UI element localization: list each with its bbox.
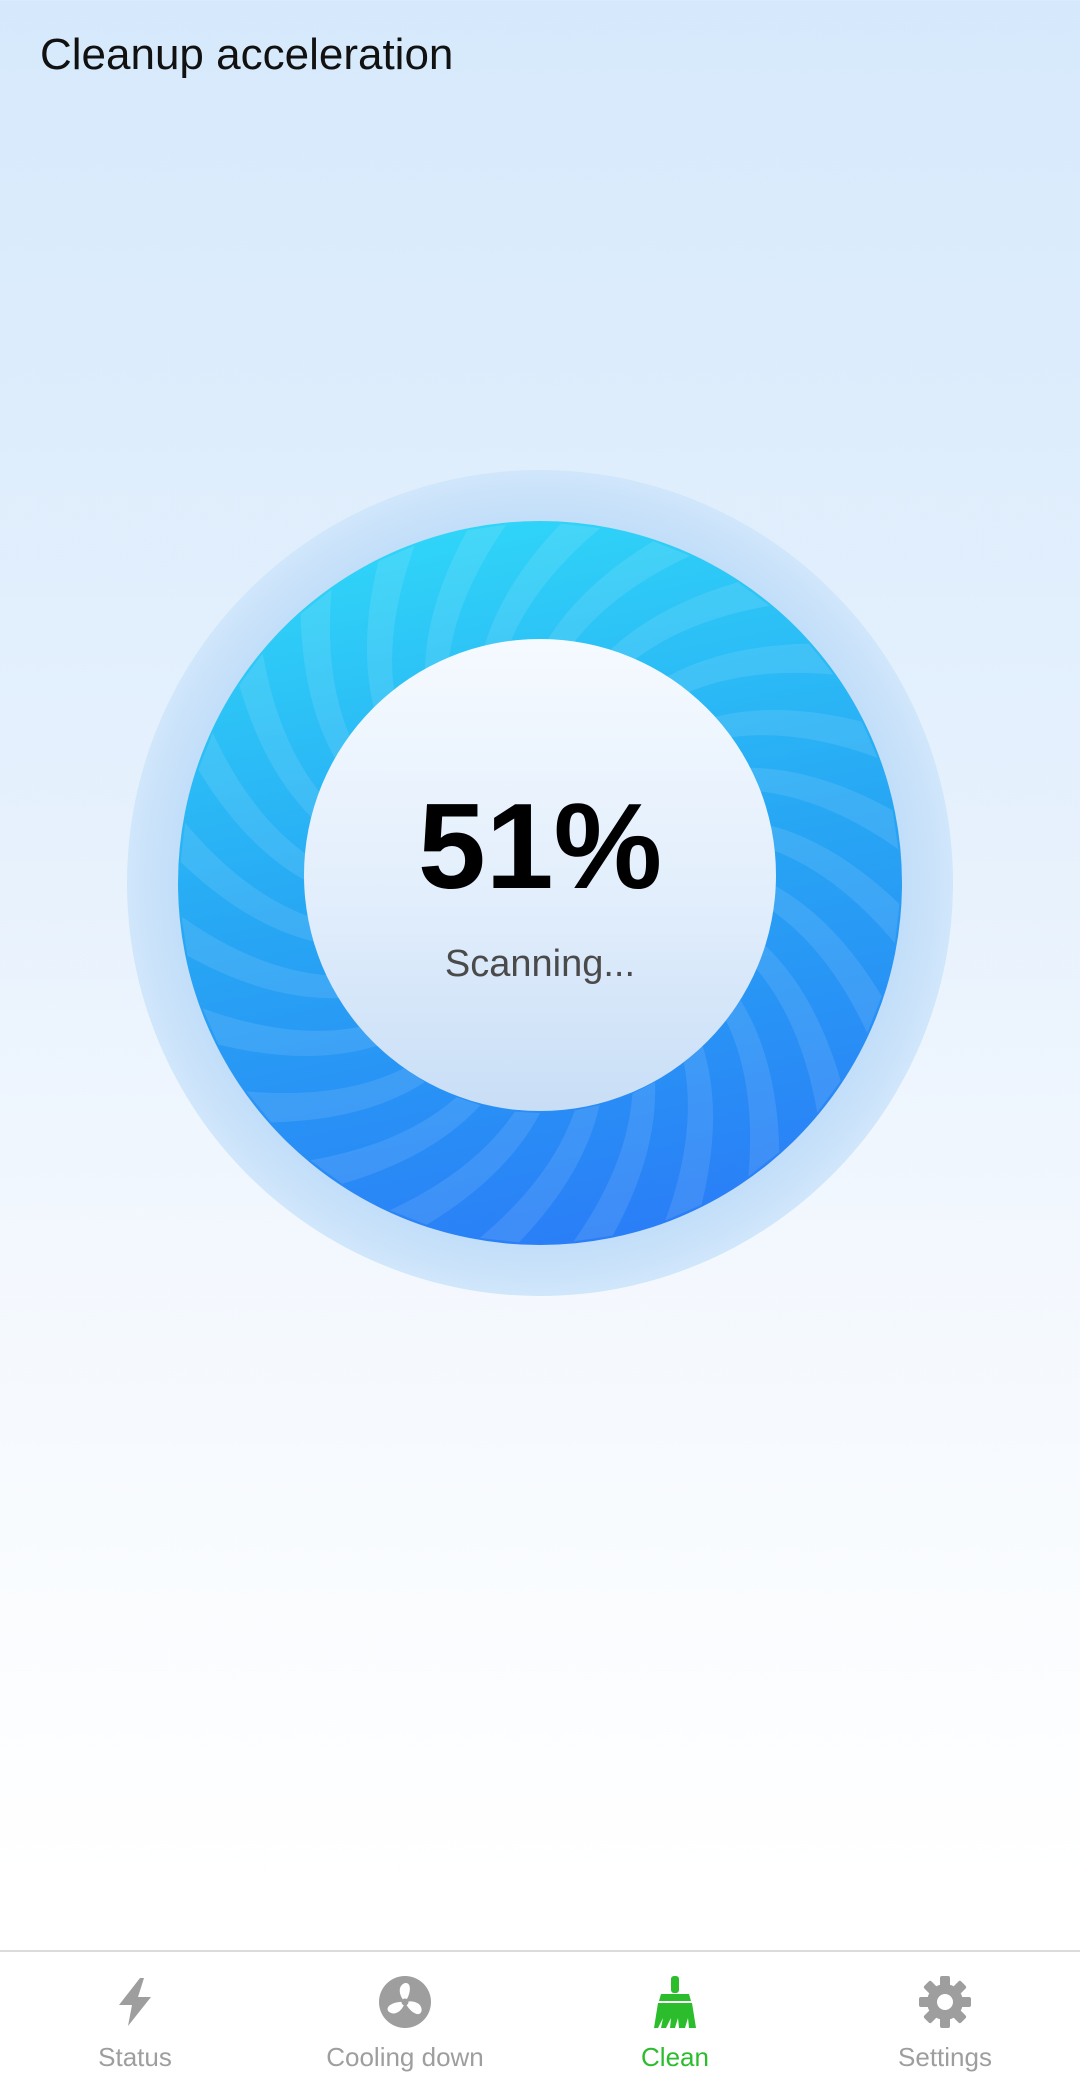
scan-status: Scanning... <box>445 943 635 985</box>
nav-label-clean: Clean <box>641 2042 709 2072</box>
nav-item-settings[interactable]: Settings <box>810 1952 1080 2095</box>
nav-label-settings: Settings <box>898 2042 992 2072</box>
fan-icon <box>379 1976 431 2028</box>
bottom-navigation: Status Cooling down Clean Settings <box>0 1950 1080 2095</box>
bolt-icon <box>119 1978 151 2026</box>
scan-dial-graphic: 51% Scanning... <box>127 470 953 1296</box>
gear-icon <box>919 1976 971 2028</box>
nav-item-status[interactable]: Status <box>0 1952 270 2095</box>
broom-icon <box>654 1976 696 2028</box>
scan-percent: 51% <box>418 778 662 914</box>
nav-item-clean[interactable]: Clean <box>540 1952 810 2095</box>
nav-item-cooling-down[interactable]: Cooling down <box>270 1952 540 2095</box>
nav-label-status: Status <box>98 2042 172 2072</box>
nav-label-cooling-down: Cooling down <box>326 2042 484 2072</box>
scan-progress-dial: 51% Scanning... <box>127 470 953 1296</box>
page-title: Cleanup acceleration <box>40 30 454 79</box>
